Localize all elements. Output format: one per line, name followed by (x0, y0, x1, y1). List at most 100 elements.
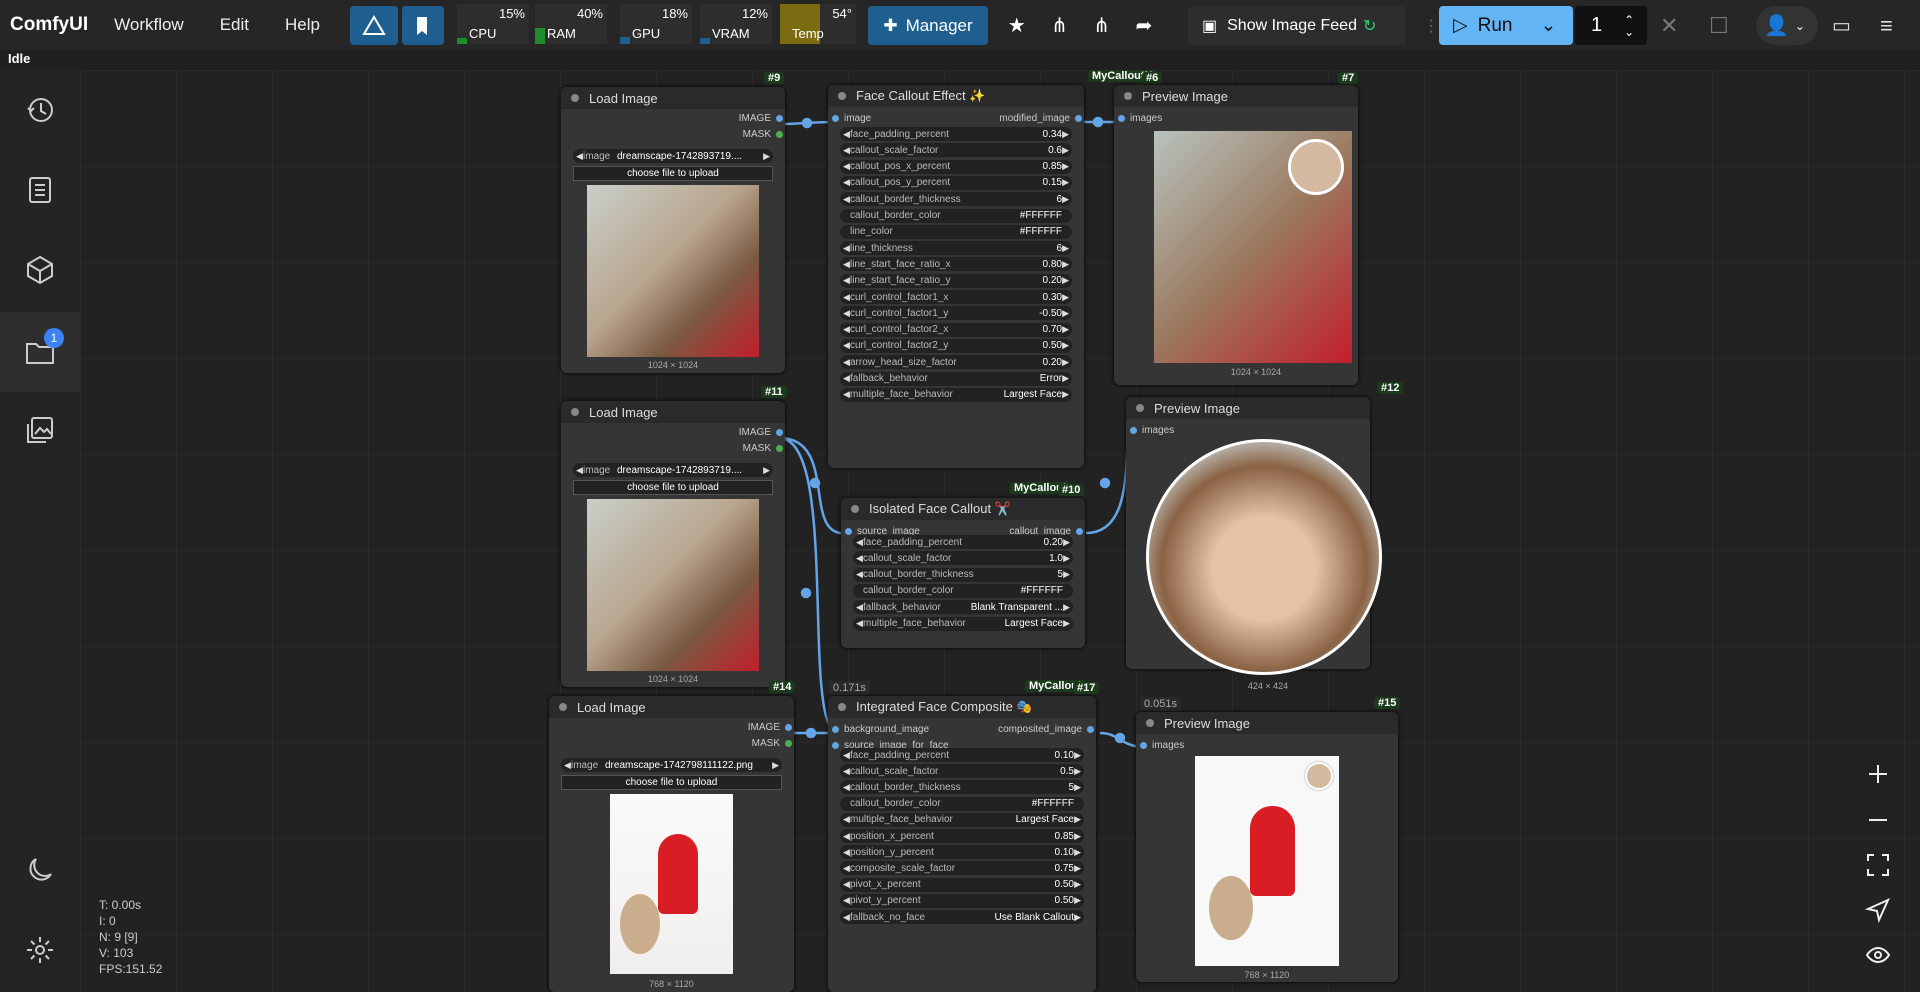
output-mask-slot[interactable] (776, 445, 783, 452)
widget-callout-border-color[interactable]: callout_border_color#FFFFFF (840, 797, 1084, 811)
settings-gear-icon[interactable] (20, 930, 60, 970)
node-library-icon[interactable] (20, 170, 60, 210)
widget-face-padding-percent[interactable]: ◀face_padding_percent0.10▶ (840, 748, 1084, 762)
workflows-icon[interactable]: 1 (0, 312, 80, 392)
decrement-arrow-icon[interactable]: ◀ (843, 863, 850, 874)
widget-position-y-percent[interactable]: ◀position_y_percent0.10▶ (840, 845, 1084, 859)
collapse-dot-icon[interactable] (571, 94, 579, 102)
widget-arrow-head-size-factor[interactable]: ◀arrow_head_size_factor0.20▶ (840, 355, 1072, 369)
decrement-arrow-icon[interactable]: ◀ (856, 537, 863, 548)
decrement-arrow-icon[interactable]: ◀ (843, 259, 850, 270)
widget-pivot-y-percent[interactable]: ◀pivot_y_percent0.50▶ (840, 894, 1084, 908)
widget-line-color[interactable]: line_color#FFFFFF (840, 225, 1072, 239)
increment-arrow-icon[interactable]: ▶ (1062, 357, 1069, 368)
widget-line-thickness[interactable]: ◀line_thickness6▶ (840, 241, 1072, 255)
image-select-widget[interactable]: ◀imagedreamscape-1742798111122.png▶ (561, 758, 782, 772)
model-library-icon[interactable] (20, 250, 60, 290)
output-mask-slot[interactable] (776, 131, 783, 138)
widget-callout-scale-factor[interactable]: ◀callout_scale_factor0.5▶ (840, 764, 1084, 778)
decrement-arrow-icon[interactable]: ◀ (843, 831, 850, 842)
decrement-arrow-icon[interactable]: ◀ (843, 814, 850, 825)
decrement-arrow-icon[interactable]: ◀ (843, 275, 850, 286)
widget-callout-border-thickness[interactable]: ◀callout_border_thickness5▶ (853, 568, 1073, 582)
user-menu-button[interactable]: 👤⌄ (1756, 6, 1818, 45)
widget-callout-border-color[interactable]: callout_border_color#FFFFFF (853, 584, 1073, 598)
increment-arrow-icon[interactable]: ▶ (1063, 537, 1070, 548)
increment-arrow-icon[interactable]: ▶ (1074, 766, 1081, 777)
decrement-arrow-icon[interactable]: ◀ (843, 129, 850, 140)
widget-callout-border-thickness[interactable]: ◀callout_border_thickness6▶ (840, 192, 1072, 206)
widget-callout-scale-factor[interactable]: ◀callout_scale_factor0.6▶ (840, 143, 1072, 157)
left-arrow-icon[interactable]: ◀ (576, 465, 583, 476)
increment-arrow-icon[interactable]: ▶ (1063, 602, 1070, 613)
output-callout-image-slot[interactable] (1076, 528, 1083, 535)
increment-arrow-icon[interactable]: ▶ (1062, 145, 1069, 156)
input-background-slot[interactable] (832, 726, 839, 733)
decrement-arrow-icon[interactable]: ◀ (843, 750, 850, 761)
decrement-arrow-icon[interactable]: ◀ (856, 569, 863, 580)
output-mask-slot[interactable] (785, 740, 792, 747)
node-header[interactable]: Isolated Face Callout ✂️ (841, 498, 1085, 520)
upload-button[interactable]: choose file to upload (573, 166, 773, 181)
zoom-in-icon[interactable] (1856, 754, 1900, 794)
increment-arrow-icon[interactable]: ▶ (1062, 243, 1069, 254)
decrement-arrow-icon[interactable]: ◀ (843, 879, 850, 890)
left-arrow-icon[interactable]: ◀ (564, 760, 571, 771)
image-select-widget[interactable]: ◀imagedreamscape-1742893719....▶ (573, 463, 773, 477)
increment-arrow-icon[interactable]: ▶ (1062, 161, 1069, 172)
star-icon[interactable]: ★ (1008, 13, 1026, 38)
decrement-arrow-icon[interactable]: ◀ (856, 618, 863, 629)
collapse-dot-icon[interactable] (838, 703, 846, 711)
increment-arrow-icon[interactable]: ▶ (1063, 569, 1070, 580)
fit-view-icon[interactable] (1856, 845, 1900, 885)
toggle-links-visibility-icon[interactable] (1856, 935, 1900, 975)
node-header[interactable]: Load Image (549, 696, 794, 718)
input-images-slot[interactable] (1140, 742, 1147, 749)
widget-callout-pos-y-percent[interactable]: ◀callout_pos_y_percent0.15▶ (840, 176, 1072, 190)
run-dropdown-icon[interactable]: ⌄ (1540, 14, 1556, 37)
increment-arrow-icon[interactable]: ▶ (1074, 814, 1081, 825)
increment-arrow-icon[interactable]: ▶ (1074, 750, 1081, 761)
decrement-arrow-icon[interactable]: ◀ (843, 389, 850, 400)
output-modified-image-slot[interactable] (1075, 115, 1082, 122)
queue-count-input[interactable]: 1 ⌃⌄ (1575, 6, 1647, 45)
collapse-dot-icon[interactable] (851, 505, 859, 513)
widget-curl-control-factor1-y[interactable]: ◀curl_control_factor1_y-0.50▶ (840, 306, 1072, 320)
run-button[interactable]: ▷Run ⌄ (1439, 6, 1573, 45)
increment-arrow-icon[interactable]: ▶ (1062, 194, 1069, 205)
node-icon-2[interactable]: ⋔ (1093, 13, 1110, 38)
node-header[interactable]: Preview Image (1136, 712, 1398, 734)
increment-arrow-icon[interactable]: ▶ (1063, 553, 1070, 564)
decrement-arrow-icon[interactable]: ◀ (856, 553, 863, 564)
decrement-arrow-icon[interactable]: ◀ (843, 161, 850, 172)
image-gallery-icon[interactable] (20, 410, 60, 450)
widget-line-start-face-ratio-x[interactable]: ◀line_start_face_ratio_x0.80▶ (840, 257, 1072, 271)
right-arrow-icon[interactable]: ▶ (772, 760, 779, 771)
load-image-node-9[interactable]: Load Image IMAGE MASK ◀imagedreamscape-1… (561, 87, 785, 373)
hamburger-menu-icon[interactable]: ≡ (1880, 6, 1910, 45)
widget-fallback-behavior[interactable]: ◀fallback_behaviorBlank Transparent ...▶ (853, 600, 1073, 614)
right-arrow-icon[interactable]: ▶ (763, 151, 770, 162)
widget-callout-pos-x-percent[interactable]: ◀callout_pos_x_percent0.85▶ (840, 160, 1072, 174)
collapse-dot-icon[interactable] (559, 703, 567, 711)
output-image-slot[interactable] (785, 724, 792, 731)
widget-face-padding-percent[interactable]: ◀face_padding_percent0.34▶ (840, 127, 1072, 141)
node-header[interactable]: Load Image (561, 87, 785, 109)
increment-arrow-icon[interactable]: ▶ (1074, 895, 1081, 906)
increment-arrow-icon[interactable]: ▶ (1063, 618, 1070, 629)
increment-arrow-icon[interactable]: ▶ (1074, 831, 1081, 842)
increment-arrow-icon[interactable]: ▶ (1062, 292, 1069, 303)
input-image-slot[interactable] (832, 115, 839, 122)
load-image-node-14[interactable]: Load Image IMAGE MASK ◀imagedreamscape-1… (549, 696, 794, 992)
node-canvas[interactable]: Load Image IMAGE MASK ◀imagedreamscape-1… (80, 70, 1920, 992)
decrement-arrow-icon[interactable]: ◀ (843, 340, 850, 351)
image-select-widget[interactable]: ◀imagedreamscape-1742893719....▶ (573, 149, 773, 163)
decrement-arrow-icon[interactable]: ◀ (843, 895, 850, 906)
decrement-arrow-icon[interactable]: ◀ (856, 602, 863, 613)
widget-fallback-behavior[interactable]: ◀fallback_behaviorError▶ (840, 372, 1072, 386)
widget-position-x-percent[interactable]: ◀position_x_percent0.85▶ (840, 829, 1084, 843)
show-image-feed-button[interactable]: ▣Show Image Feed↻ (1188, 6, 1406, 45)
manager-button[interactable]: ✚Manager (868, 6, 988, 45)
increment-arrow-icon[interactable]: ▶ (1062, 129, 1069, 140)
decrement-arrow-icon[interactable]: ◀ (843, 308, 850, 319)
